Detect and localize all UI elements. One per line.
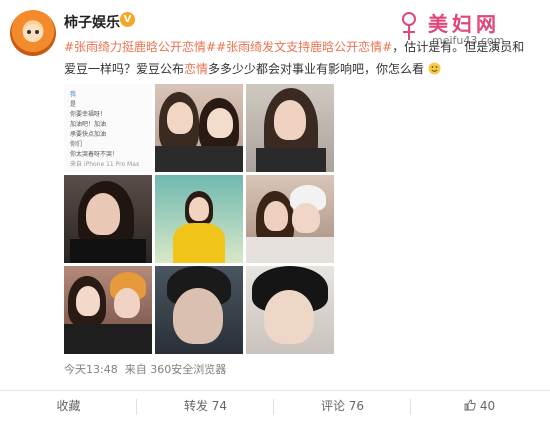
avatar-face (23, 24, 43, 42)
verified-badge-icon: V (120, 12, 135, 27)
image-thumb-5[interactable] (155, 175, 243, 263)
photo-clothes (173, 223, 225, 263)
screenshot-line: 加油吧！加油 (70, 121, 107, 128)
repost-label: 转发 74 (183, 399, 228, 413)
post-meta: 今天13:48 来自 360安全浏览器 (64, 361, 226, 377)
repost-button[interactable]: 转发 74 (137, 391, 274, 422)
post-text-segment: ，估计是有 (392, 40, 453, 54)
photo-face (86, 193, 120, 235)
post-time[interactable]: 今天13:48 (64, 363, 118, 376)
screenshot-line: 你们 (70, 141, 83, 148)
post-source: 360安全浏览器 (150, 363, 227, 376)
photo-clothes (70, 239, 146, 263)
screenshot-line: 是 (70, 101, 77, 108)
hashtag-link[interactable]: #张雨绮力挺鹿晗公开恋情# (64, 40, 216, 54)
like-count: 40 (479, 399, 496, 413)
post-source-prefix: 来自 (124, 363, 147, 376)
photo-face (207, 108, 233, 138)
photo-face (114, 288, 140, 318)
action-bar: 收藏 转发 74 评论 76 40 (0, 391, 550, 422)
smile-emoji-icon (428, 62, 441, 75)
image-thumb-6[interactable] (246, 175, 334, 263)
keyword-link[interactable]: 恋情 (184, 62, 208, 76)
author-avatar[interactable] (10, 10, 56, 56)
photo-clothes (246, 237, 334, 263)
image-thumb-3[interactable] (246, 84, 334, 172)
author-name[interactable]: 柿子娱乐 (64, 12, 120, 32)
photo-face (76, 286, 100, 316)
comment-label: 评论 76 (320, 399, 365, 413)
image-thumb-1[interactable]: 我 是 你要幸福呀！ 加油吧！加油 承要快点加油 你们 你太哭着呀不哭！ 来自 … (64, 84, 152, 172)
favorite-button[interactable]: 收藏 (0, 391, 137, 422)
avatar-eye-left (27, 30, 31, 34)
screenshot-line: 来自 iPhone 11 Pro Max (70, 161, 140, 168)
screenshot-card-text: 我 是 你要幸福呀！ 加油吧！加油 承要快点加油 你们 你太哭着呀不哭！ 来自 … (70, 90, 150, 170)
comment-button[interactable]: 评论 76 (274, 391, 411, 422)
post-text: #张雨绮力挺鹿晗公开恋情##张雨绮发文支持鹿晗公开恋情#，估计是有。但是演员和爱… (64, 36, 534, 80)
screenshot-line: 我 (70, 91, 77, 98)
thumbs-up-icon (464, 399, 476, 411)
image-thumb-2[interactable] (155, 84, 243, 172)
image-thumb-7[interactable] (64, 266, 152, 354)
photo-face (167, 102, 193, 134)
photo-clothes (155, 146, 243, 172)
post-text-segment: 多多少少都会对事业有影响吧，你怎么看 (208, 62, 425, 76)
screenshot-line: 你太哭着呀不哭！ (70, 151, 119, 158)
photo-face (292, 203, 320, 233)
image-thumb-4[interactable] (64, 175, 152, 263)
image-thumb-9[interactable] (246, 266, 334, 354)
avatar-eye-right (35, 30, 39, 34)
photo-face (274, 100, 306, 140)
hashtag-link[interactable]: #张雨绮发文支持鹿晗公开恋情# (216, 40, 392, 54)
screenshot-line: 你要幸福呀！ (70, 111, 107, 118)
photo-face (264, 201, 288, 231)
like-button[interactable]: 40 (411, 391, 548, 422)
photo-clothes (256, 148, 326, 172)
photo-face (264, 290, 314, 344)
image-thumb-8[interactable] (155, 266, 243, 354)
photo-clothes (64, 324, 152, 354)
favorite-label: 收藏 (56, 399, 81, 413)
photo-face (189, 197, 209, 221)
screenshot-line: 承要快点加油 (70, 131, 107, 138)
watermark-title: 美妇网 (428, 12, 500, 36)
photo-face (173, 288, 223, 344)
